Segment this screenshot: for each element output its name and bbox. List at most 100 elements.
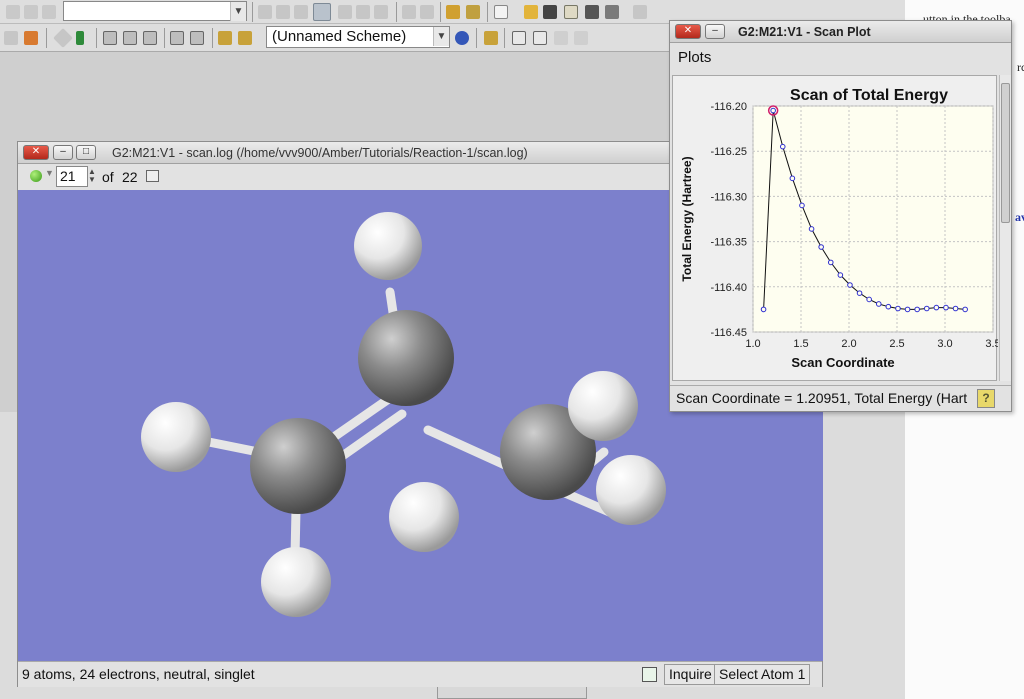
data-point[interactable]	[962, 306, 968, 313]
data-point[interactable]	[770, 107, 776, 114]
play-animation-icon[interactable]	[30, 170, 42, 182]
delete-fragment-icon[interactable]	[123, 31, 137, 45]
select-atom-field[interactable]: Select Atom 1	[714, 664, 811, 685]
select-tool-icon[interactable]	[313, 3, 331, 21]
display-options-icon[interactable]	[238, 31, 252, 45]
data-point[interactable]	[789, 175, 796, 182]
x-tick-label: 1.0	[745, 338, 760, 350]
tool-icon[interactable]	[294, 5, 308, 19]
close-window-button[interactable]: ✕	[675, 24, 701, 39]
tool-icon[interactable]	[338, 5, 352, 19]
y-axis-label: Total Energy (Hartree)	[680, 156, 694, 281]
data-point[interactable]	[933, 304, 940, 311]
arrow-right-icon[interactable]	[574, 31, 588, 45]
tool-icon[interactable]	[6, 5, 20, 19]
table-icon[interactable]	[143, 31, 157, 45]
plot-titlebar[interactable]: ✕ – G2:M21:V1 - Scan Plot	[670, 21, 1011, 43]
cascade-windows-icon[interactable]	[512, 31, 526, 45]
data-point[interactable]	[799, 202, 805, 209]
toolbar-separator	[96, 28, 97, 48]
tile-windows-icon[interactable]	[533, 31, 547, 45]
list-icon[interactable]	[633, 5, 647, 19]
copy-icon[interactable]	[170, 31, 184, 45]
frame-spinner[interactable]: ▲ ▼	[88, 168, 96, 184]
hydrogen-atom[interactable]	[141, 402, 211, 472]
hydrogen-atom[interactable]	[261, 547, 331, 617]
document-icon[interactable]	[642, 667, 657, 682]
data-point[interactable]	[895, 305, 901, 312]
data-point[interactable]	[923, 305, 930, 312]
chevron-down-icon[interactable]: ▼	[45, 168, 54, 178]
data-point[interactable]	[885, 303, 892, 310]
data-point[interactable]	[856, 290, 863, 296]
globe-icon[interactable]	[455, 31, 469, 45]
carbon-atom[interactable]	[250, 418, 346, 514]
carbon-atom[interactable]	[358, 310, 454, 406]
tool-icon[interactable]	[42, 5, 56, 19]
chart-panel: Scan of Total Energy Scan Coordinate Tot…	[672, 75, 1001, 381]
tool-icon[interactable]	[276, 5, 290, 19]
tool-icon[interactable]	[374, 5, 388, 19]
data-point[interactable]	[866, 296, 872, 303]
background-window-edge	[437, 687, 587, 699]
frame-number-input[interactable]: 21	[56, 166, 88, 187]
blank-combo-box[interactable]: ▼	[63, 1, 247, 21]
arrow-left-icon[interactable]	[554, 31, 568, 45]
tool-icon[interactable]	[4, 31, 18, 45]
new-file-icon[interactable]	[494, 5, 508, 19]
tool-icon[interactable]	[356, 5, 370, 19]
data-point[interactable]	[914, 306, 920, 313]
viewer-title: G2:M21:V1 - scan.log (/home/vvv900/Amber…	[112, 146, 528, 160]
toolbar-separator	[440, 2, 441, 22]
data-point[interactable]	[818, 244, 824, 250]
scan-readout: Scan Coordinate = 1.20951, Total Energy …	[676, 390, 968, 406]
maximize-window-button[interactable]: □	[76, 145, 96, 160]
tool-icon[interactable]	[402, 5, 416, 19]
plot-vertical-scrollbar[interactable]	[999, 75, 1011, 381]
diamond-icon[interactable]	[53, 28, 73, 48]
frame-of-label: of	[102, 169, 114, 185]
marker-icon[interactable]	[76, 31, 84, 45]
data-point[interactable]	[837, 272, 844, 278]
data-point[interactable]	[760, 306, 767, 313]
y-tick-label: -116.20	[711, 101, 748, 113]
folder-open-icon[interactable]	[524, 5, 538, 19]
layers-icon[interactable]	[24, 31, 38, 45]
data-point[interactable]	[827, 259, 834, 266]
add-fragment-icon[interactable]	[103, 31, 117, 45]
data-point[interactable]	[779, 143, 786, 150]
data-point[interactable]	[943, 304, 949, 311]
save-icon[interactable]	[543, 5, 557, 19]
hydrogen-atom[interactable]	[568, 371, 638, 441]
scrollbar-thumb[interactable]	[1001, 83, 1010, 223]
gear-icon[interactable]	[484, 31, 498, 45]
tool-icon[interactable]	[258, 5, 272, 19]
plots-menu[interactable]: Plots	[678, 49, 711, 66]
wand-icon[interactable]	[446, 5, 460, 19]
paste-icon[interactable]	[190, 31, 204, 45]
tool-icon[interactable]	[24, 5, 38, 19]
data-point[interactable]	[875, 301, 882, 307]
frame-dialog-icon[interactable]	[146, 170, 159, 182]
settings-icon[interactable]	[218, 31, 232, 45]
question-icon[interactable]: ?	[977, 389, 995, 408]
wand-icon[interactable]	[466, 5, 480, 19]
hydrogen-atom[interactable]	[354, 212, 422, 280]
close-window-button[interactable]: ✕	[23, 145, 49, 160]
print-icon[interactable]	[564, 5, 578, 19]
hydrogen-atom[interactable]	[596, 455, 666, 525]
minimize-window-button[interactable]: –	[705, 24, 725, 39]
toolbar-separator	[396, 2, 397, 22]
data-point[interactable]	[952, 305, 959, 312]
hydrogen-atom[interactable]	[389, 482, 459, 552]
scheme-select[interactable]: (Unnamed Scheme) ▼	[266, 26, 450, 48]
molecule-info: 9 atoms, 24 electrons, neutral, singlet	[22, 666, 255, 682]
minimize-window-button[interactable]: –	[53, 145, 73, 160]
data-point[interactable]	[808, 226, 815, 232]
inquire-mode-field[interactable]: Inquire	[664, 664, 717, 685]
data-point[interactable]	[847, 282, 853, 288]
tool-icon[interactable]	[420, 5, 434, 19]
film-icon[interactable]	[605, 5, 619, 19]
camera-icon[interactable]	[585, 5, 599, 19]
data-point[interactable]	[904, 306, 911, 313]
